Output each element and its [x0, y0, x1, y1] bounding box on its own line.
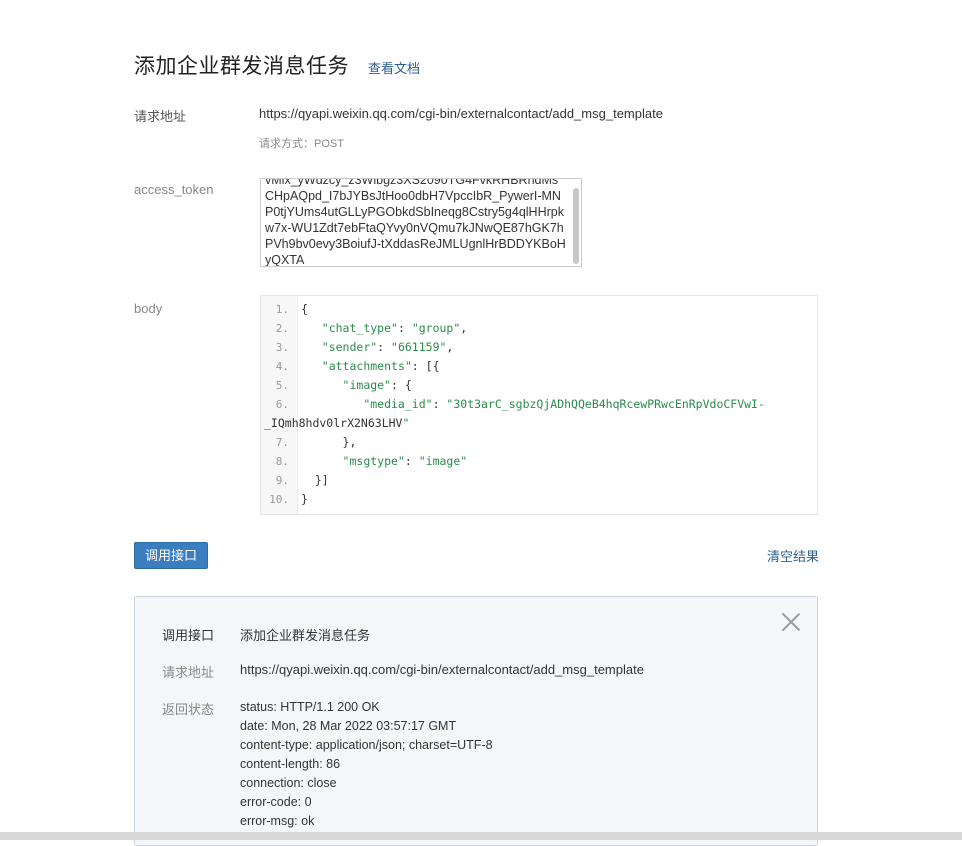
code-line: 3. "sender": "661159",	[261, 338, 813, 357]
request-url: https://qyapi.weixin.qq.com/cgi-bin/exte…	[259, 106, 663, 121]
access-token-label: access_token	[134, 182, 214, 197]
result-status-lines: status: HTTP/1.1 200 OK date: Mon, 28 Ma…	[240, 698, 493, 831]
code-line: 1. {	[261, 300, 813, 319]
status-line: error-msg: ok	[240, 814, 315, 828]
code-line: 8. "msgtype": "image"	[261, 452, 813, 471]
code-line: 10.}	[261, 490, 813, 509]
code-text: "media_id": "30t3arC_sgbzQjADhQQeB4hqRce…	[363, 397, 765, 411]
code-line: 5. "image": {	[261, 376, 813, 395]
access-token-value: vMlx_yWdzcy_z3Wlbgz3XS2090TG4FvkRHBRhdMs…	[265, 178, 566, 267]
result-api-label: 调用接口	[162, 628, 215, 643]
result-panel: 调用接口 添加企业群发消息任务 请求地址 https://qyapi.weixi…	[134, 596, 818, 846]
status-line: error-code: 0	[240, 795, 312, 809]
code-text: },	[301, 435, 357, 449]
access-token-textarea[interactable]: vMlx_yWdzcy_z3Wlbgz3XS2090TG4FvkRHBRhdMs…	[260, 178, 582, 267]
line-number: 8.	[275, 455, 289, 468]
line-number: 7.	[275, 436, 289, 449]
body-label: body	[134, 301, 163, 316]
code-line: 9. }]	[261, 471, 813, 490]
view-docs-link[interactable]: 查看文档	[368, 58, 420, 77]
code-text: }]	[301, 473, 329, 487]
line-number: 9.	[275, 474, 289, 487]
status-line: content-type: application/json; charset=…	[240, 738, 493, 752]
line-number: 6.	[275, 398, 289, 411]
body-editor[interactable]: 1.{2. "chat_type": "group", 3. "sender": …	[260, 295, 818, 515]
code-text: "sender": "661159",	[321, 340, 454, 354]
code-text: }	[301, 492, 308, 506]
request-url-label: 请求地址	[134, 109, 187, 124]
code-line: _IQmh8hdv0lrX2N63LHV"	[261, 414, 813, 433]
result-api-value: 添加企业群发消息任务	[240, 628, 371, 643]
call-api-button[interactable]: 调用接口	[134, 542, 208, 569]
title-row: 添加企业群发消息任务 查看文档	[134, 50, 420, 78]
status-line: connection: close	[240, 776, 337, 790]
code-text: "attachments": [{	[321, 359, 440, 373]
code-line: 4. "attachments": [{	[261, 357, 813, 376]
line-number: 1.	[275, 303, 289, 316]
status-line: content-length: 86	[240, 757, 341, 771]
code-line: 2. "chat_type": "group",	[261, 319, 813, 338]
result-status-label: 返回状态	[162, 702, 215, 717]
line-number: 4.	[275, 360, 289, 373]
page-title: 添加企业群发消息任务	[134, 55, 349, 78]
code-text: _IQmh8hdv0lrX2N63LHV"	[264, 416, 410, 430]
code-text: {	[301, 302, 308, 316]
result-url-label: 请求地址	[162, 665, 215, 680]
code-line: 6. "media_id": "30t3arC_sgbzQjADhQQeB4hq…	[261, 395, 813, 414]
line-number: 3.	[275, 341, 289, 354]
status-line: date: Mon, 28 Mar 2022 03:57:17 GMT	[240, 719, 457, 733]
code-text: "chat_type": "group",	[321, 321, 468, 335]
code-text: "image": {	[342, 378, 412, 392]
token-scrollbar[interactable]	[573, 188, 579, 264]
line-number: 2.	[275, 322, 289, 335]
line-number: 10.	[269, 493, 289, 506]
request-method: 请求方式：POST	[259, 138, 344, 150]
line-number: 5.	[275, 379, 289, 392]
code-line: 7. },	[261, 433, 813, 452]
result-url-value: https://qyapi.weixin.qq.com/cgi-bin/exte…	[240, 662, 644, 677]
close-icon[interactable]	[781, 612, 801, 632]
status-line: status: HTTP/1.1 200 OK	[240, 700, 380, 714]
code-text: "msgtype": "image"	[342, 454, 468, 468]
clear-results-link[interactable]: 清空结果	[767, 546, 819, 565]
horizontal-scrollbar[interactable]	[0, 832, 962, 840]
